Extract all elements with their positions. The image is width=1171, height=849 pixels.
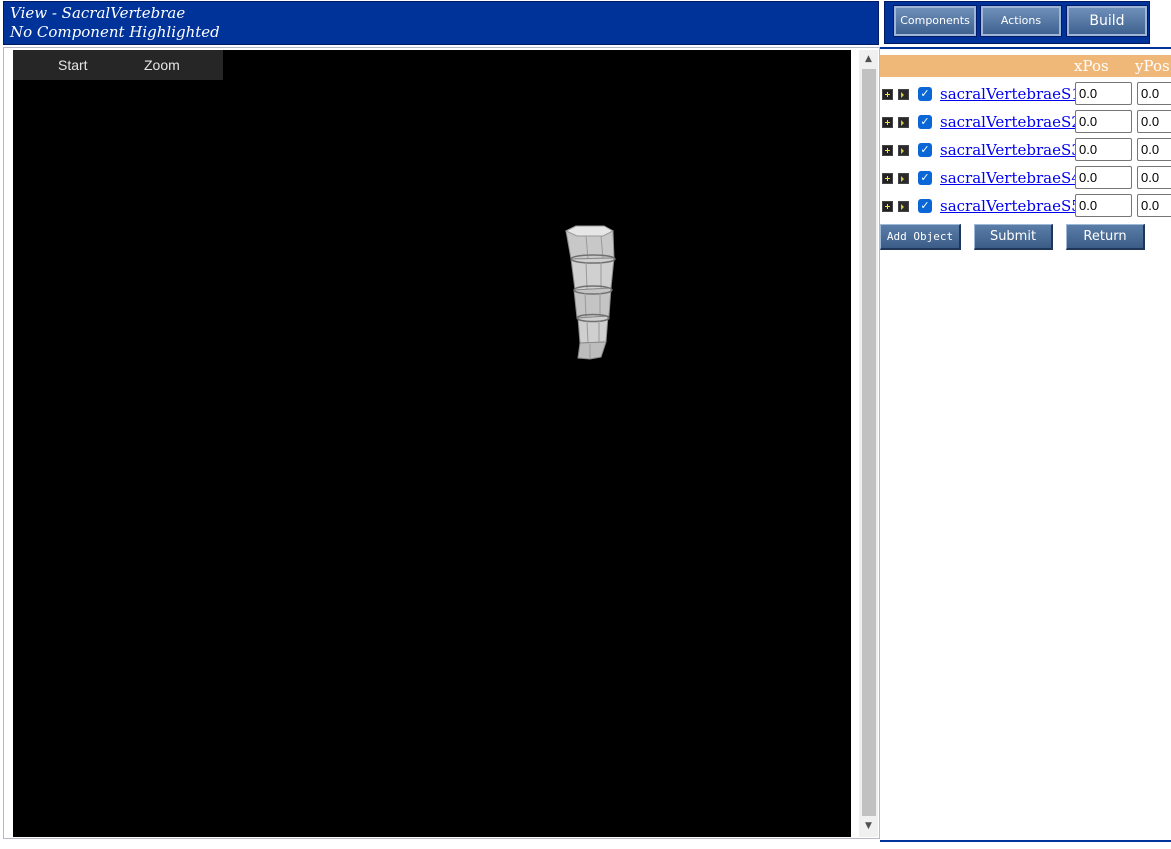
- table-row: ✓ sacralVertebraeS5 0.0 0.0: [880, 194, 1171, 218]
- visibility-checkbox[interactable]: ✓: [918, 143, 932, 157]
- scrollbar-thumb[interactable]: [862, 69, 876, 816]
- add-object-button[interactable]: Add Object: [880, 224, 961, 250]
- scroll-up-icon[interactable]: ▲: [859, 51, 878, 68]
- vertebra-s4[interactable]: [576, 313, 610, 344]
- ypos-input[interactable]: 0.0: [1137, 194, 1171, 217]
- return-button[interactable]: Return: [1066, 224, 1145, 250]
- ypos-input[interactable]: 0.0: [1137, 138, 1171, 161]
- ypos-input[interactable]: 0.0: [1137, 166, 1171, 189]
- select-icon[interactable]: [898, 173, 909, 184]
- main-toolbar: Components Actions Build: [884, 1, 1150, 44]
- view-header: View - SacralVertebrae No Component High…: [3, 1, 879, 45]
- visibility-checkbox[interactable]: ✓: [918, 115, 932, 129]
- vertebra-s5[interactable]: [577, 341, 607, 360]
- component-link[interactable]: sacralVertebraeS4: [940, 168, 1081, 188]
- expand-icon[interactable]: [882, 89, 893, 100]
- ypos-input[interactable]: 0.0: [1137, 82, 1171, 105]
- select-icon[interactable]: [898, 201, 909, 212]
- component-link[interactable]: sacralVertebraeS2: [940, 112, 1081, 132]
- expand-icon[interactable]: [882, 145, 893, 156]
- select-icon[interactable]: [898, 89, 909, 100]
- ypos-input[interactable]: 0.0: [1137, 110, 1171, 133]
- components-button[interactable]: Components: [893, 5, 977, 37]
- xpos-input[interactable]: 0.0: [1075, 194, 1132, 217]
- vertebra-s1[interactable]: [564, 225, 615, 260]
- vertebra-s3[interactable]: [573, 285, 613, 319]
- select-icon[interactable]: [898, 117, 909, 128]
- xpos-input[interactable]: 0.0: [1075, 82, 1132, 105]
- table-row: ✓ sacralVertebraeS2 0.0 0.0: [880, 110, 1171, 134]
- table-row: ✓ sacralVertebraeS3 0.0 0.0: [880, 138, 1171, 162]
- xpos-input[interactable]: 0.0: [1075, 110, 1132, 133]
- ypos-column-header: yPos: [1135, 57, 1170, 75]
- visibility-checkbox[interactable]: ✓: [918, 87, 932, 101]
- sacral-vertebrae-model[interactable]: [13, 50, 851, 837]
- xpos-input[interactable]: 0.0: [1075, 166, 1132, 189]
- component-link[interactable]: sacralVertebraeS3: [940, 140, 1081, 160]
- expand-icon[interactable]: [882, 201, 893, 212]
- table-header: xPos yPos: [880, 55, 1171, 77]
- visibility-checkbox[interactable]: ✓: [918, 171, 932, 185]
- expand-icon[interactable]: [882, 117, 893, 128]
- table-row: ✓ sacralVertebraeS1 0.0 0.0: [880, 82, 1171, 106]
- build-button[interactable]: Build: [1066, 5, 1148, 37]
- 3d-viewport[interactable]: Start Zoom: [13, 50, 851, 837]
- actions-button[interactable]: Actions: [980, 5, 1062, 37]
- xpos-column-header: xPos: [1074, 57, 1109, 75]
- submit-button[interactable]: Submit: [974, 224, 1053, 250]
- component-panel: xPos yPos ✓ sacralVertebraeS1 0.0 0.0 ✓ …: [880, 47, 1171, 842]
- viewer-frame: Start Zoom ▲ ▼: [3, 47, 880, 839]
- select-icon[interactable]: [898, 145, 909, 156]
- expand-icon[interactable]: [882, 173, 893, 184]
- highlight-status: No Component Highlighted: [10, 23, 220, 41]
- component-link[interactable]: sacralVertebraeS5: [940, 196, 1081, 216]
- table-row: ✓ sacralVertebraeS4 0.0 0.0: [880, 166, 1171, 190]
- component-link[interactable]: sacralVertebraeS1: [940, 84, 1081, 104]
- viewer-scrollbar[interactable]: ▲ ▼: [859, 50, 878, 837]
- view-title: View - SacralVertebrae: [10, 4, 186, 22]
- scroll-down-icon[interactable]: ▼: [859, 818, 878, 835]
- xpos-input[interactable]: 0.0: [1075, 138, 1132, 161]
- visibility-checkbox[interactable]: ✓: [918, 199, 932, 213]
- vertebra-s2[interactable]: [570, 254, 616, 291]
